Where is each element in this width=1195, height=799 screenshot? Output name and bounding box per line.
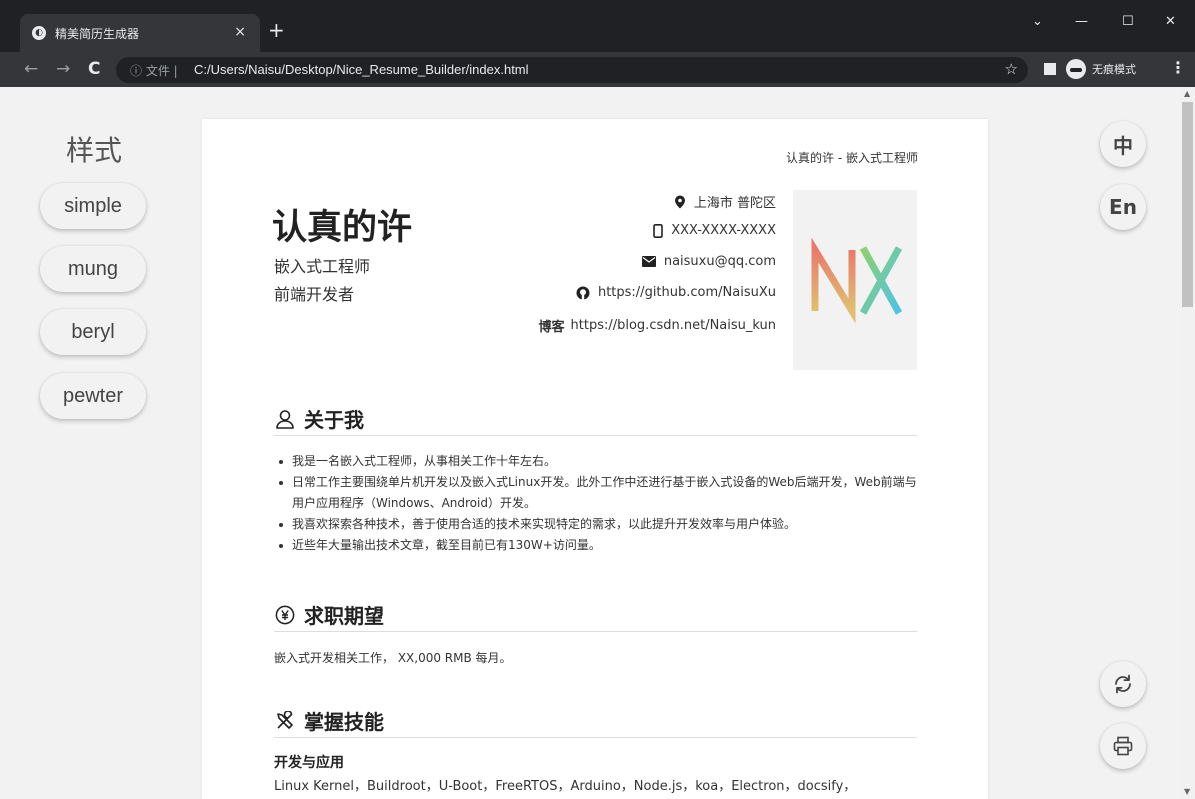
lang-en-button[interactable]: En	[1100, 184, 1146, 230]
close-window-button[interactable]: ✕	[1165, 14, 1176, 29]
resume-role: 前端开发者	[274, 285, 355, 304]
contact-blog: 博客 https://blog.csdn.net/Naisu_kun	[539, 316, 777, 335]
skills-text: Linux Kernel，Buildroot，U-Boot，FreeRTOS，A…	[274, 779, 857, 794]
resume-role: 嵌入式工程师	[274, 257, 371, 276]
list-item: 日常工作主要围绕单片机开发以及嵌入式Linux开发。此外工作中还进行基于嵌入式设…	[274, 472, 924, 514]
incognito-label: 无痕模式	[1092, 63, 1136, 76]
url-text[interactable]: C:/Users/Naisu/Desktop/Nice_Resume_Build…	[194, 62, 529, 77]
contact-github: https://github.com/NaisuXu	[576, 285, 776, 300]
side-panel-icon[interactable]	[1044, 63, 1056, 75]
user-icon	[274, 408, 296, 430]
mobile-phone-icon	[653, 223, 664, 238]
tab-title: 精美简历生成器	[55, 26, 140, 41]
address-bar[interactable]: ⓘ 文件 | C:/Users/Naisu/Desktop/Nice_Resum…	[116, 57, 1028, 83]
scroll-up-icon[interactable]: ▲	[1184, 89, 1190, 98]
page-viewport: 样式 simple mung beryl pewter 中 En ▲ ▼ 认真的…	[0, 87, 1195, 799]
list-item: 近些年大量输出技术文章，截至目前已有130W+访问量。	[274, 535, 924, 556]
browser-tab[interactable]: ◐ 精美简历生成器 ×	[20, 14, 260, 52]
section-about-title: 关于我	[274, 402, 917, 436]
new-tab-button[interactable]: +	[268, 20, 285, 40]
list-item: 我喜欢探索各种技术，善于使用合适的技术来实现特定的需求，以此提升开发效率与用户体…	[274, 514, 924, 535]
section-skills-label: 掌握技能	[304, 710, 384, 734]
refresh-icon	[1115, 674, 1131, 694]
resume-name: 认真的许	[272, 208, 413, 248]
minimize-button[interactable]: —	[1075, 14, 1088, 29]
page-scrollbar[interactable]: ▲ ▼	[1180, 87, 1195, 799]
resume-header-title: 认真的许 - 嵌入式工程师	[786, 151, 918, 165]
github-icon	[576, 286, 590, 300]
style-button-simple[interactable]: simple	[40, 183, 146, 229]
site-info-label[interactable]: ⓘ 文件 |	[130, 62, 178, 79]
scrollbar-thumb[interactable]	[1182, 102, 1193, 307]
style-button-beryl[interactable]: beryl	[40, 309, 146, 355]
back-icon[interactable]: ←	[24, 59, 38, 79]
tab-close-icon[interactable]: ×	[234, 24, 246, 40]
lang-zh-button[interactable]: 中	[1100, 121, 1146, 167]
envelope-icon	[641, 256, 656, 267]
style-panel-title: 样式	[66, 134, 123, 167]
maximize-button[interactable]: ☐	[1122, 14, 1134, 29]
location-text: 上海市 普陀区	[693, 196, 776, 211]
section-expect-title: 求职期望	[274, 598, 917, 632]
contact-phone: XXX-XXXX-XXXX	[653, 223, 776, 238]
about-list: 我是一名嵌入式工程师，从事相关工作十年左右。 日常工作主要围绕单片机开发以及嵌入…	[274, 451, 924, 556]
section-about-label: 关于我	[304, 408, 364, 432]
avatar	[793, 190, 917, 370]
incognito-indicator[interactable]: 无痕模式	[1066, 56, 1156, 82]
browser-menu-icon[interactable]: ⋮	[1170, 58, 1186, 77]
tools-icon	[274, 710, 296, 732]
print-button[interactable]	[1100, 723, 1146, 769]
style-button-pewter[interactable]: pewter	[40, 373, 146, 419]
avatar-logo	[811, 237, 903, 324]
resume-paper: 认真的许 - 嵌入式工程师 认真的许 嵌入式工程师 前端开发者 上海市 普陀区 …	[202, 119, 988, 799]
forward-icon[interactable]: →	[56, 59, 70, 79]
tab-search-icon[interactable]: ⌄	[1032, 14, 1043, 29]
expect-text: 嵌入式开发相关工作， XX,000 RMB 每月。	[274, 651, 512, 665]
browser-toolbar: ← → C ⓘ 文件 | C:/Users/Naisu/Desktop/Nice…	[0, 52, 1195, 87]
refresh-button[interactable]	[1100, 661, 1146, 707]
style-button-mung[interactable]: mung	[40, 246, 146, 292]
bookmark-star-icon[interactable]: ☆	[1005, 60, 1018, 78]
location-pin-icon	[674, 195, 686, 209]
list-item: 我是一名嵌入式工程师，从事相关工作十年左右。	[274, 451, 924, 472]
reload-icon[interactable]: C	[88, 59, 100, 79]
blog-link[interactable]: https://blog.csdn.net/Naisu_kun	[571, 318, 776, 333]
yen-icon	[274, 604, 296, 626]
skills-subtitle: 开发与应用	[274, 755, 344, 771]
contact-location: 上海市 普陀区	[674, 192, 776, 211]
incognito-icon	[1066, 59, 1086, 79]
email-text[interactable]: naisuxu@qq.com	[664, 254, 776, 269]
section-expect-label: 求职期望	[304, 604, 384, 628]
scroll-down-icon[interactable]: ▼	[1184, 787, 1190, 796]
blog-label: 博客	[538, 320, 565, 335]
section-skills-title: 掌握技能	[274, 704, 917, 738]
github-link[interactable]: https://github.com/NaisuXu	[598, 285, 776, 300]
browser-titlebar: ◐ 精美简历生成器 × + ⌄ — ☐ ✕	[0, 0, 1195, 52]
print-icon	[1113, 736, 1133, 756]
phone-text: XXX-XXXX-XXXX	[671, 223, 776, 238]
contact-email: naisuxu@qq.com	[641, 254, 776, 269]
globe-icon: ◐	[32, 26, 46, 40]
